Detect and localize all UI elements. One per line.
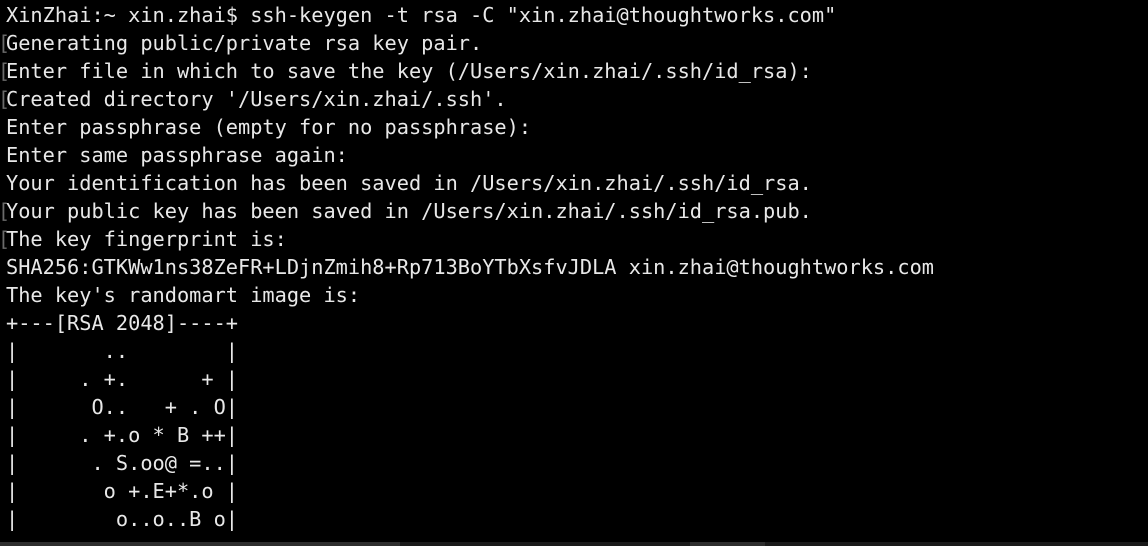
randomart-line: | O.. + . O| bbox=[6, 395, 238, 419]
randomart-line: | .. | bbox=[6, 339, 238, 363]
terminal-line-fingerprint: SHA256:GTKWw1ns38ZeFR+LDjnZmih8+Rp713BoY… bbox=[6, 255, 934, 279]
terminal-line-prompt: XinZhai:~ xin.zhai$ ssh-keygen -t rsa -C… bbox=[6, 3, 837, 27]
terminal-line-output: The key's randomart image is: bbox=[6, 283, 361, 307]
randomart-line: +---[RSA 2048]----+ bbox=[6, 311, 238, 335]
terminal-window[interactable]: XinZhai:~ xin.zhai$ ssh-keygen -t rsa -C… bbox=[0, 0, 1148, 546]
terminal-line-output: The key fingerprint is: bbox=[6, 227, 287, 251]
terminal-line-output: Generating public/private rsa key pair. bbox=[6, 31, 483, 55]
output-marker bbox=[0, 197, 10, 225]
randomart-line: | . +.o * B ++| bbox=[6, 423, 238, 447]
output-marker bbox=[0, 85, 10, 113]
window-bottom-edge bbox=[0, 542, 1148, 546]
terminal-line-output: Your public key has been saved in /Users… bbox=[6, 199, 812, 223]
terminal-line-output: Enter same passphrase again: bbox=[6, 143, 348, 167]
edge-segment bbox=[690, 542, 765, 546]
output-marker bbox=[0, 29, 10, 57]
randomart-line: | o +.E+*.o | bbox=[6, 479, 238, 503]
randomart-line: | . +. + | bbox=[6, 367, 238, 391]
randomart-line: | o..o..B o| bbox=[6, 507, 238, 531]
terminal-line-output: Your identification has been saved in /U… bbox=[6, 171, 812, 195]
edge-segment bbox=[0, 542, 400, 546]
terminal-line-output: Created directory '/Users/xin.zhai/.ssh'… bbox=[6, 87, 507, 111]
output-marker bbox=[0, 225, 10, 253]
terminal-line-output: Enter file in which to save the key (/Us… bbox=[6, 59, 812, 83]
terminal-line-output: Enter passphrase (empty for no passphras… bbox=[6, 115, 532, 139]
output-marker bbox=[0, 57, 10, 85]
randomart-line: | . S.oo@ =..| bbox=[6, 451, 238, 475]
